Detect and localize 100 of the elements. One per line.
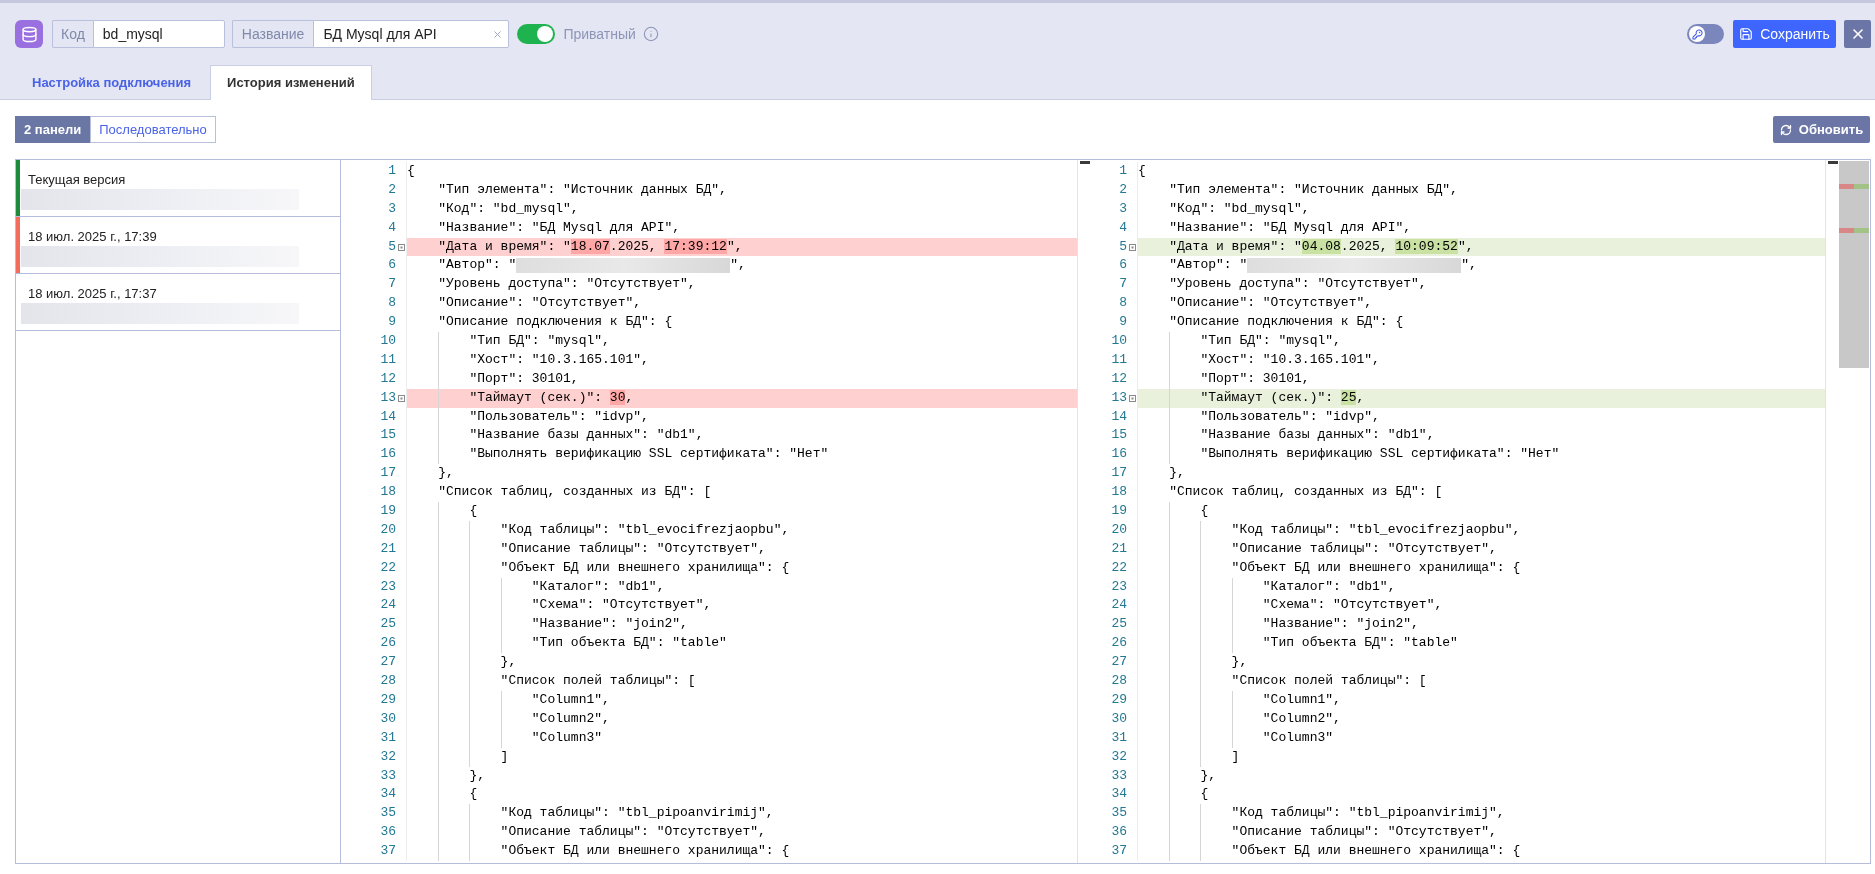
private-label: Приватный — [563, 24, 636, 44]
line-number: 12 — [1111, 369, 1127, 388]
version-title: 18 июл. 2025 г., 17:39 — [28, 229, 157, 245]
line-number: 33 — [1111, 766, 1127, 785]
code-line: }, — [437, 464, 454, 483]
code-line: "Код": "bd_mysql", — [437, 199, 579, 218]
line-number: 22 — [1111, 558, 1127, 577]
code-line: "Название": "БД Mysql для API", — [1168, 218, 1412, 237]
line-number: 2 — [388, 180, 396, 199]
square-marker-icon[interactable] — [397, 243, 405, 251]
line-number: 29 — [1111, 690, 1127, 709]
line-number: 2 — [1119, 180, 1127, 199]
removed-marker-icon — [1839, 227, 1854, 233]
code-line: "Описание": "Отсутствует", — [1168, 294, 1373, 313]
save-button[interactable]: Сохранить — [1733, 20, 1836, 48]
line-number: 14 — [380, 407, 396, 426]
line-number: 9 — [388, 313, 396, 332]
line-number: 17 — [1111, 464, 1127, 483]
line-number: 22 — [380, 558, 396, 577]
position-marker-icon — [1828, 161, 1838, 164]
scrollbar-thumb[interactable] — [1839, 161, 1869, 368]
code-line: "Уровень доступа": "Отсутствует", — [437, 275, 696, 294]
line-number: 1 — [1119, 162, 1127, 180]
line-number: 30 — [380, 709, 396, 728]
line-number: 23 — [380, 577, 396, 596]
line-number: 31 — [1111, 728, 1127, 747]
code-line: "Уровень доступа": "Отсутствует", — [1168, 275, 1427, 294]
code-line: { — [1138, 162, 1146, 180]
line-number: 9 — [1119, 313, 1127, 332]
close-button[interactable] — [1844, 20, 1871, 48]
view-mode-button[interactable]: 2 панели — [15, 116, 91, 143]
field-label: Код — [52, 20, 93, 48]
line-number: 21 — [380, 539, 396, 558]
field-label: Название — [231, 20, 314, 48]
clear-icon[interactable] — [492, 28, 504, 40]
removed-marker-icon — [1839, 183, 1854, 189]
line-number: 19 — [380, 502, 396, 521]
line-number: 8 — [1119, 294, 1127, 313]
line-number: 4 — [388, 218, 396, 237]
line-number: 31 — [380, 728, 396, 747]
line-number: 1 — [388, 162, 396, 180]
line-number: 5 — [1119, 237, 1127, 256]
line-number: 17 — [380, 464, 396, 483]
tab[interactable]: Настройка подключения — [16, 65, 208, 100]
line-number: 6 — [1119, 256, 1127, 275]
private-toggle[interactable] — [517, 24, 556, 44]
code-line: "Описание": "Отсутствует", — [437, 294, 642, 313]
line-number: 13 — [1111, 388, 1127, 407]
key-toggle[interactable] — [1687, 24, 1724, 44]
version-list-item[interactable]: 18 июл. 2025 г., 17:39 — [16, 217, 340, 274]
line-number: 3 — [388, 199, 396, 218]
view-mode-button[interactable]: Последовательно — [90, 116, 216, 143]
code-line: "Список таблиц, созданных из БД": [ — [437, 483, 712, 502]
line-number: 16 — [380, 445, 396, 464]
version-list-item[interactable]: 18 июл. 2025 г., 17:37 — [16, 274, 340, 331]
line-number: 27 — [1111, 653, 1127, 672]
line-number: 35 — [1111, 804, 1127, 823]
version-title: Текущая версия — [28, 172, 126, 188]
database-icon — [15, 20, 43, 48]
line-number: 28 — [1111, 672, 1127, 691]
code-input[interactable]: bd_mysql — [92, 20, 225, 48]
line-number: 21 — [1111, 539, 1127, 558]
added-marker-icon — [1854, 227, 1869, 233]
code-line: { — [407, 162, 415, 180]
line-number: 15 — [1111, 426, 1127, 445]
refresh-icon — [1779, 123, 1792, 136]
line-number: 29 — [380, 690, 396, 709]
square-marker-icon[interactable] — [1128, 243, 1136, 251]
line-number: 8 — [388, 294, 396, 313]
line-number: 13 — [380, 388, 396, 407]
code-line: "Описание подключения к БД": { — [1168, 313, 1404, 332]
square-marker-icon[interactable] — [1128, 394, 1136, 402]
line-number: 37 — [380, 842, 396, 861]
line-number: 19 — [1111, 502, 1127, 521]
line-number: 11 — [380, 350, 396, 369]
tab[interactable]: История изменений — [210, 65, 372, 100]
line-number: 30 — [1111, 709, 1127, 728]
line-number: 10 — [380, 332, 396, 350]
line-number: 25 — [380, 615, 396, 634]
code-line: "Описание подключения к БД": { — [437, 313, 673, 332]
line-number: 36 — [1111, 823, 1127, 842]
line-number: 24 — [1111, 596, 1127, 615]
line-number: 16 — [1111, 445, 1127, 464]
line-number: 27 — [380, 653, 396, 672]
line-number: 6 — [388, 256, 396, 275]
info-icon[interactable] — [642, 26, 659, 42]
line-number: 11 — [1111, 350, 1127, 369]
code-line: }, — [1168, 464, 1185, 483]
line-number: 37 — [1111, 842, 1127, 861]
line-number: 32 — [380, 747, 396, 766]
code-line: "Автор": " — [437, 256, 517, 275]
refresh-button[interactable]: Обновить — [1773, 116, 1870, 143]
code-line: "Название": "БД Mysql для API", — [437, 218, 681, 237]
line-number: 12 — [380, 369, 396, 388]
name-input[interactable]: БД Mysql для API — [313, 20, 510, 48]
save-icon — [1739, 27, 1754, 41]
line-number: 23 — [1111, 577, 1127, 596]
line-number: 5 — [388, 237, 396, 256]
version-list-item[interactable]: Текущая версия — [16, 160, 340, 217]
square-marker-icon[interactable] — [397, 394, 405, 402]
